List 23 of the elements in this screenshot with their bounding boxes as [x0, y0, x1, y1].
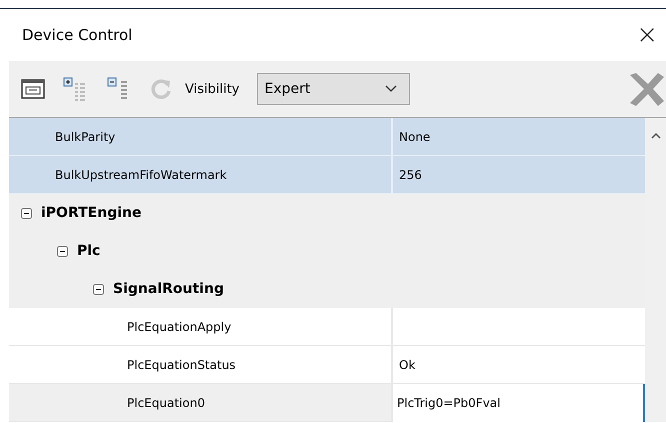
scroll-up-icon[interactable] [650, 132, 660, 139]
window-icon[interactable] [21, 79, 45, 99]
collapse-toggle-icon[interactable] [57, 246, 68, 256]
property-value-cell[interactable]: None [393, 118, 645, 156]
visibility-dropdown[interactable]: Expert [257, 73, 410, 105]
category-name: iPORTEngine [41, 205, 142, 221]
property-name-cell[interactable]: PlcEquationStatus [9, 346, 393, 384]
caret-icon [385, 85, 398, 93]
category-name: SignalRouting [113, 281, 224, 297]
scrollbar[interactable] [645, 118, 666, 422]
collapse-toggle-icon[interactable] [21, 208, 32, 218]
property-value-cell[interactable]: 256 [393, 156, 645, 194]
visibility-label: Visibility [185, 82, 240, 96]
property-value-cell[interactable]: Ok [393, 346, 645, 384]
value-input-field[interactable]: PlcTrig0=Pb0Fval [393, 384, 645, 422]
property-name-cell[interactable]: BulkUpstreamFifoWatermark [9, 156, 393, 194]
property-name-cell[interactable]: BulkParity [9, 118, 393, 156]
close-button[interactable]: × [628, 20, 666, 50]
category-name: Plc [77, 243, 100, 259]
collapse-toggle-icon[interactable] [93, 284, 104, 294]
property-name-cell[interactable]: PlcEquation0 [9, 384, 393, 422]
window-title: Device Control [22, 26, 132, 44]
property-name-cell[interactable]: PlcEquationApply [9, 308, 393, 346]
